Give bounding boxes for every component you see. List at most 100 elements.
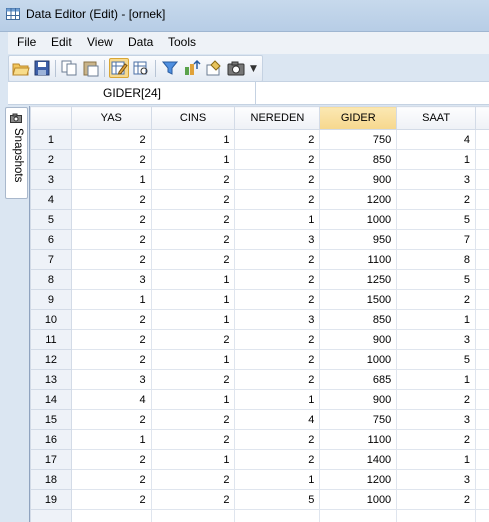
cell-gider[interactable]: 1500 (319, 289, 398, 310)
cell-saat[interactable]: 3 (396, 329, 476, 350)
cell-saat[interactable]: 1 (396, 449, 476, 470)
cell-saat[interactable]: 5 (396, 209, 476, 230)
cell-gider[interactable]: 750 (319, 129, 398, 150)
cell-saat[interactable]: 5 (396, 349, 476, 370)
column-header-saat[interactable]: SAAT (396, 106, 476, 130)
cell-nereden[interactable]: 2 (234, 169, 321, 190)
cell-saat[interactable]: 5 (396, 269, 476, 290)
cell-saat[interactable]: 2 (396, 489, 476, 510)
menu-file[interactable]: File (17, 35, 36, 49)
menu-tools[interactable]: Tools (168, 35, 196, 49)
empty-cell[interactable] (475, 189, 489, 210)
cell-cins[interactable]: 1 (150, 449, 236, 470)
edit-mode-icon[interactable] (109, 58, 129, 78)
empty-cell[interactable] (475, 369, 489, 390)
cell-cins[interactable]: 2 (150, 429, 236, 450)
empty-cell[interactable] (475, 469, 489, 490)
row-number[interactable]: 8 (30, 269, 72, 290)
cell-yas[interactable]: 3 (70, 369, 152, 390)
cell-yas[interactable]: 2 (70, 409, 152, 430)
empty-cell[interactable] (475, 229, 489, 250)
cell-yas[interactable]: 2 (70, 329, 152, 350)
empty-cell[interactable] (475, 249, 489, 270)
cell-saat[interactable]: 3 (396, 409, 476, 430)
cell-nereden[interactable]: 3 (234, 309, 321, 330)
cell-yas[interactable]: 1 (70, 289, 152, 310)
row-number[interactable]: 7 (30, 249, 72, 270)
cell-cins[interactable]: 1 (150, 289, 236, 310)
cell-nereden[interactable]: 2 (234, 369, 321, 390)
cell-nereden[interactable]: 1 (234, 389, 321, 410)
save-icon[interactable] (33, 59, 51, 77)
filter-icon[interactable] (161, 59, 179, 77)
cell-cins[interactable]: 2 (150, 169, 236, 190)
cell-gider[interactable]: 1000 (319, 349, 398, 370)
cell-nereden[interactable]: 2 (234, 289, 321, 310)
cell-cins[interactable]: 2 (150, 409, 236, 430)
empty-cell[interactable] (475, 309, 489, 330)
column-header-empty[interactable] (475, 106, 489, 130)
cell-saat[interactable]: 2 (396, 389, 476, 410)
empty-cell[interactable] (475, 489, 489, 510)
cell-saat[interactable]: 8 (396, 249, 476, 270)
cell-cins[interactable]: 1 (150, 349, 236, 370)
cell-saat[interactable]: 1 (396, 369, 476, 390)
cell-saat[interactable]: 1 (396, 309, 476, 330)
cell-cins[interactable]: 1 (150, 149, 236, 170)
cell-nereden[interactable]: 2 (234, 429, 321, 450)
cell-cins[interactable]: 2 (150, 489, 236, 510)
cell-nereden[interactable]: 2 (234, 249, 321, 270)
empty-cell[interactable] (475, 329, 489, 350)
cell-gider[interactable]: 1200 (319, 469, 398, 490)
cell-cins[interactable]: 2 (150, 209, 236, 230)
copy-icon[interactable] (60, 59, 78, 77)
cell-gider[interactable]: 1100 (319, 249, 398, 270)
cell-cins[interactable]: 1 (150, 129, 236, 150)
column-header-nereden[interactable]: NEREDEN (234, 106, 321, 130)
cell-cins[interactable]: 1 (150, 309, 236, 330)
cell-yas[interactable]: 2 (70, 209, 152, 230)
cell-nereden[interactable]: 2 (234, 449, 321, 470)
empty-cell[interactable] (475, 209, 489, 230)
cell-gider[interactable]: 850 (319, 149, 398, 170)
menu-data[interactable]: Data (128, 35, 153, 49)
cell-yas[interactable]: 2 (70, 489, 152, 510)
cell-saat[interactable]: 4 (396, 129, 476, 150)
cell-gider[interactable]: 1400 (319, 449, 398, 470)
cell-yas[interactable]: 2 (70, 249, 152, 270)
cell-gider[interactable]: 950 (319, 229, 398, 250)
column-header-yas[interactable]: YAS (70, 106, 152, 130)
cell-nereden[interactable]: 2 (234, 129, 321, 150)
cell-yas[interactable]: 3 (70, 269, 152, 290)
data-grid[interactable]: YAS CINS NEREDEN GIDER SAAT 1 2 1 2 750 4 2 2 1 2… (29, 106, 489, 522)
empty-cell[interactable] (475, 449, 489, 470)
corner-cell[interactable] (30, 106, 72, 130)
row-number[interactable]: 18 (30, 469, 72, 490)
cell-nereden[interactable]: 2 (234, 189, 321, 210)
browse-mode-icon[interactable] (132, 59, 150, 77)
empty-cell[interactable] (475, 129, 489, 150)
row-number[interactable]: 14 (30, 389, 72, 410)
cell-cins[interactable]: 1 (150, 389, 236, 410)
cell-gider[interactable]: 1200 (319, 189, 398, 210)
empty-cell[interactable] (475, 509, 489, 522)
cell-saat[interactable]: 1 (396, 149, 476, 170)
paste-icon[interactable] (82, 59, 100, 77)
empty-cell[interactable] (150, 509, 236, 522)
empty-cell[interactable] (234, 509, 321, 522)
cell-nereden[interactable]: 2 (234, 269, 321, 290)
cell-yas[interactable]: 2 (70, 129, 152, 150)
empty-cell[interactable] (475, 409, 489, 430)
row-number[interactable]: 2 (30, 149, 72, 170)
menu-edit[interactable]: Edit (51, 35, 72, 49)
snapshots-tab[interactable]: Snapshots (5, 107, 28, 199)
cell-yas[interactable]: 2 (70, 229, 152, 250)
cell-nereden[interactable]: 3 (234, 229, 321, 250)
empty-cell[interactable] (319, 509, 398, 522)
cell-nereden[interactable]: 1 (234, 469, 321, 490)
toolbar-overflow-icon[interactable]: ▼ (250, 64, 257, 74)
cell-cins[interactable]: 1 (150, 269, 236, 290)
cell-saat[interactable]: 2 (396, 289, 476, 310)
empty-cell[interactable] (396, 509, 476, 522)
cell-gider[interactable]: 750 (319, 409, 398, 430)
